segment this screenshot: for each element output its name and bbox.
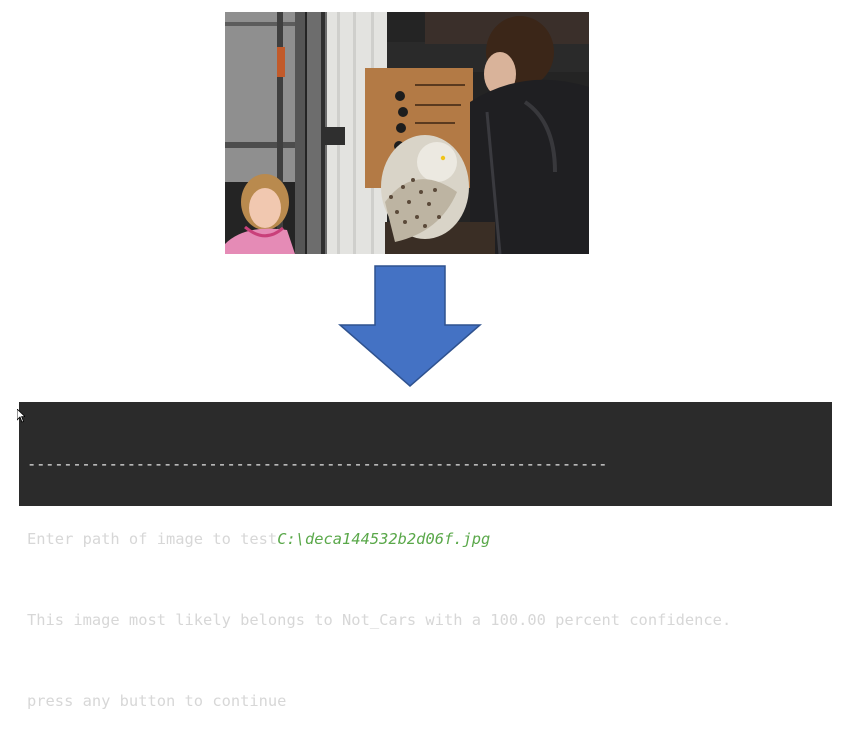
prompt-label: Enter path of image to test [27,530,278,548]
terminal-result-line: This image most likely belongs to Not_Ca… [27,611,732,629]
terminal-continue-line: press any button to continue [27,692,287,710]
terminal-separator: ----------------------------------------… [27,456,608,472]
image-path-input[interactable]: C:\deca144532b2d06f.jpg [277,530,490,548]
down-arrow [337,265,483,393]
mouse-cursor-icon [16,408,27,427]
owl-photo-image [225,12,589,254]
terminal-prompt-line: Enter path of image to testC:\deca144532… [27,526,832,553]
owl-photo [225,12,589,254]
terminal-output: ----------------------------------------… [19,402,832,710]
down-arrow-icon [337,265,483,387]
